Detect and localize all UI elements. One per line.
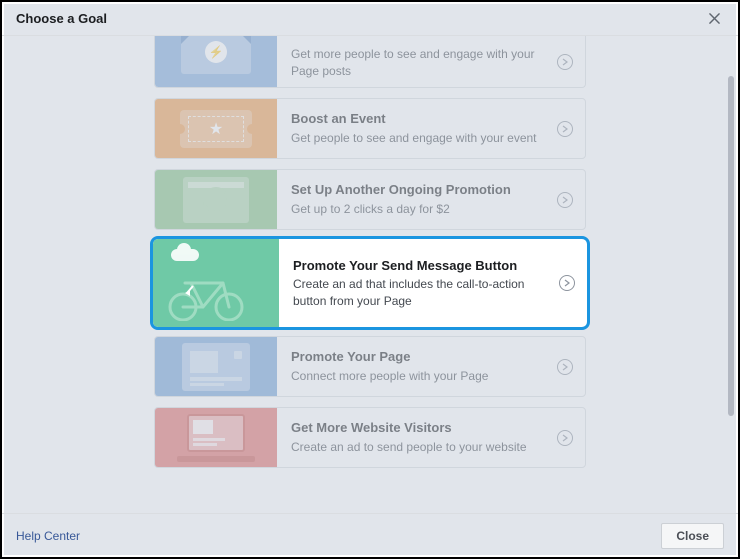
chevron-right-icon (557, 359, 573, 375)
goal-text: Set Up Another Ongoing Promotion Get up … (277, 170, 585, 229)
goal-thumb-send-message (153, 239, 279, 327)
goal-thumb-event: ★ (155, 99, 277, 158)
goal-desc: Get people to see and engage with your e… (291, 130, 549, 146)
goal-thumb-page (155, 337, 277, 396)
help-center-link[interactable]: Help Center (16, 529, 80, 543)
chevron-right-icon (559, 275, 575, 291)
goal-text: Promote Your Page Connect more people wi… (277, 337, 585, 396)
goal-desc: Create an ad that includes the call-to-a… (293, 276, 547, 308)
goal-thumb-website (155, 408, 277, 467)
modal-body: ⚡ Get more people to see and engage with… (2, 36, 738, 513)
bicycle-icon (163, 269, 253, 321)
goal-desc: Get up to 2 clicks a day for $2 (291, 201, 549, 217)
modal-frame: Choose a Goal ⚡ Get more people to see a… (0, 0, 740, 559)
chevron-right-icon (557, 54, 573, 70)
goal-title: Boost an Event (291, 111, 549, 128)
goal-text: Get More Website Visitors Create an ad t… (277, 408, 585, 467)
modal-header: Choose a Goal (2, 2, 738, 36)
goal-card-promote-page[interactable]: Promote Your Page Connect more people wi… (154, 336, 586, 397)
chevron-right-icon (557, 121, 573, 137)
goal-desc: Create an ad to send people to your webs… (291, 439, 549, 455)
goal-card-ongoing-promotion[interactable]: Set Up Another Ongoing Promotion Get up … (154, 169, 586, 230)
goal-text: Get more people to see and engage with y… (277, 36, 585, 87)
chevron-right-icon (557, 192, 573, 208)
modal-footer: Help Center Close (2, 513, 738, 557)
scrollbar[interactable] (728, 76, 734, 416)
cloud-icon (171, 249, 199, 261)
goal-thumb-boost-post: ⚡ (155, 36, 277, 87)
goal-desc: Get more people to see and engage with y… (291, 46, 549, 78)
goal-thumb-promotion (155, 170, 277, 229)
goal-card-send-message[interactable]: Promote Your Send Message Button Create … (154, 240, 586, 326)
goal-card-boost-post[interactable]: ⚡ Get more people to see and engage with… (154, 36, 586, 88)
goal-title: Promote Your Page (291, 349, 549, 366)
choose-goal-modal: Choose a Goal ⚡ Get more people to see a… (2, 2, 738, 557)
goal-title: Promote Your Send Message Button (293, 258, 547, 275)
goal-desc: Connect more people with your Page (291, 368, 549, 384)
close-icon[interactable] (704, 9, 724, 29)
goal-text: Boost an Event Get people to see and eng… (277, 99, 585, 158)
goal-card-boost-event[interactable]: ★ Boost an Event Get people to see and e… (154, 98, 586, 159)
goal-title: Set Up Another Ongoing Promotion (291, 182, 549, 199)
goal-text: Promote Your Send Message Button Create … (279, 239, 587, 327)
goal-card-selected: Promote Your Send Message Button Create … (150, 236, 590, 330)
chevron-right-icon (557, 430, 573, 446)
goal-list: ⚡ Get more people to see and engage with… (154, 36, 586, 513)
modal-title: Choose a Goal (16, 11, 107, 26)
close-button[interactable]: Close (661, 523, 724, 549)
goal-title: Get More Website Visitors (291, 420, 549, 437)
goal-card-website-visitors[interactable]: Get More Website Visitors Create an ad t… (154, 407, 586, 468)
